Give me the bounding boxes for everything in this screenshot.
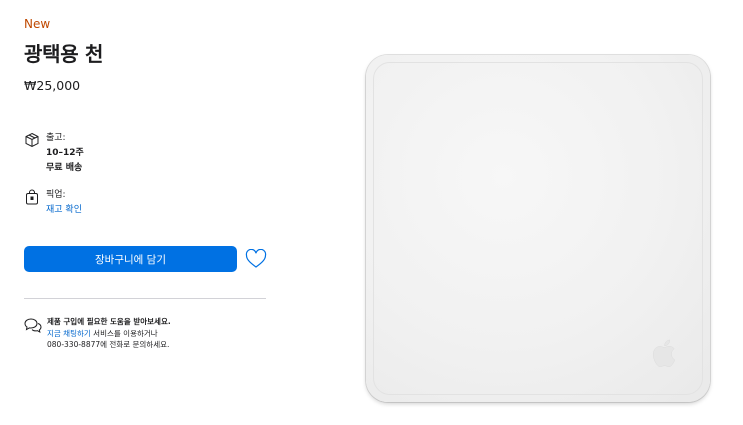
- check-stock-link[interactable]: 재고 확인: [46, 203, 82, 218]
- product-price: ₩25,000: [24, 78, 81, 93]
- add-to-bag-button[interactable]: 장바구니에 담기: [24, 246, 237, 272]
- bag-icon: [26, 189, 38, 205]
- product-title: 광택용 천: [24, 42, 104, 66]
- new-badge: New: [24, 17, 51, 31]
- shipping-info: 출고: 10–12주 무료 배송: [24, 131, 84, 176]
- shipping-label: 출고:: [46, 133, 66, 143]
- help-chat-line: 지금 채팅하기 서비스를 이용하거나: [47, 328, 171, 340]
- shipping-time: 10–12주: [46, 148, 84, 158]
- shipping-method: 무료 배송: [46, 163, 83, 173]
- apple-logo-icon: [653, 339, 676, 368]
- chat-bubbles-icon: [24, 318, 42, 333]
- help-phone-line: 080-330-8877에 전화로 문의하세요.: [47, 340, 170, 349]
- box-icon: [25, 132, 39, 148]
- pickup-info: 픽업: 재고 확인: [24, 188, 82, 218]
- divider: [24, 298, 266, 299]
- pickup-label: 픽업:: [46, 190, 66, 200]
- help-title: 제품 구입에 필요한 도움을 받아보세요.: [47, 317, 171, 326]
- help-section: 제품 구입에 필요한 도움을 받아보세요. 지금 채팅하기 서비스를 이용하거나…: [24, 316, 171, 351]
- help-chat-suffix: 서비스를 이용하거나: [90, 328, 158, 338]
- chat-now-link[interactable]: 지금 채팅하기: [47, 329, 91, 338]
- product-image-polishing-cloth: [366, 55, 710, 402]
- heart-icon[interactable]: [245, 249, 267, 269]
